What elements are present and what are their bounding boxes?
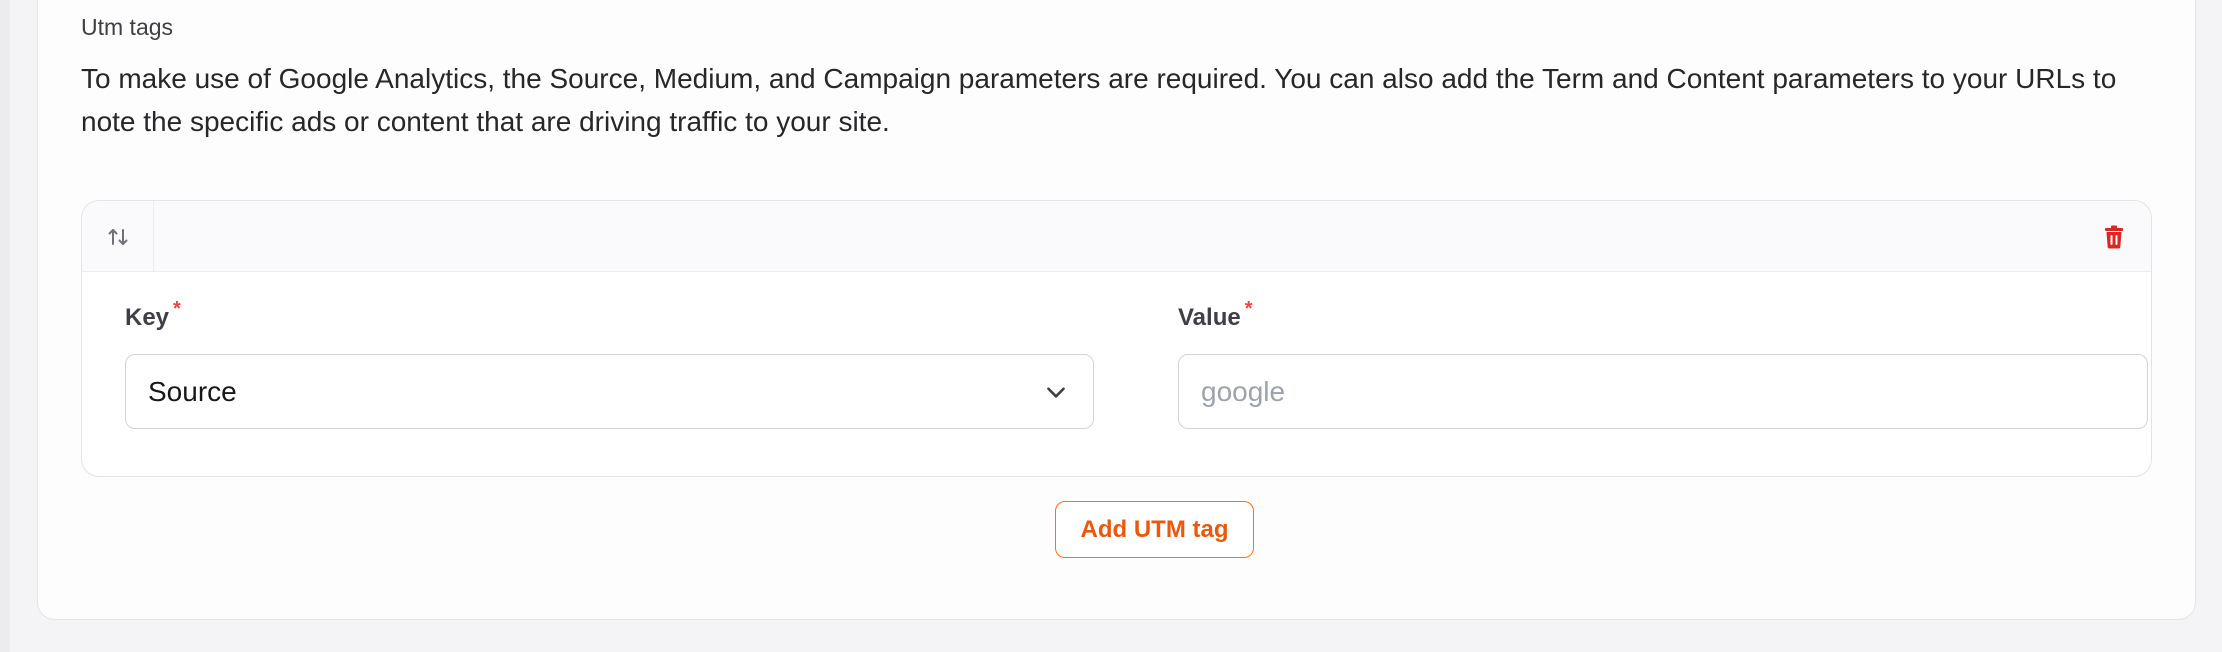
required-indicator: *: [173, 298, 181, 320]
value-label-text: Value: [1178, 304, 1241, 331]
value-input[interactable]: [1201, 355, 2147, 428]
section-label: Utm tags: [81, 14, 174, 40]
chevron-down-icon: [1047, 387, 1065, 398]
value-input-wrapper: [1178, 354, 2148, 429]
key-select[interactable]: Source: [125, 354, 1094, 429]
key-field: Key * Source: [125, 298, 1094, 429]
utm-tag-item: Key * Source Value *: [81, 200, 2152, 477]
required-indicator: *: [1244, 298, 1253, 320]
value-field: Value *: [1178, 298, 2148, 429]
page-background-edge: [0, 0, 10, 652]
trash-icon: [2105, 225, 2123, 249]
section-description: To make use of Google Analytics, the Sou…: [81, 63, 2117, 137]
key-select-value: Source: [148, 375, 237, 407]
value-label: Value *: [1178, 298, 2148, 340]
arrows-up-down-icon: [108, 228, 127, 245]
utm-tags-card: Utm tags To make use of Google Analytics…: [37, 0, 2196, 620]
add-utm-tag-button[interactable]: Add UTM tag: [1055, 501, 1254, 558]
key-label-text: Key: [125, 304, 170, 331]
key-label: Key *: [125, 298, 1094, 340]
delete-button[interactable]: [2099, 222, 2129, 252]
utm-tag-item-header: [82, 201, 2151, 272]
reorder-handle[interactable]: [82, 201, 154, 272]
